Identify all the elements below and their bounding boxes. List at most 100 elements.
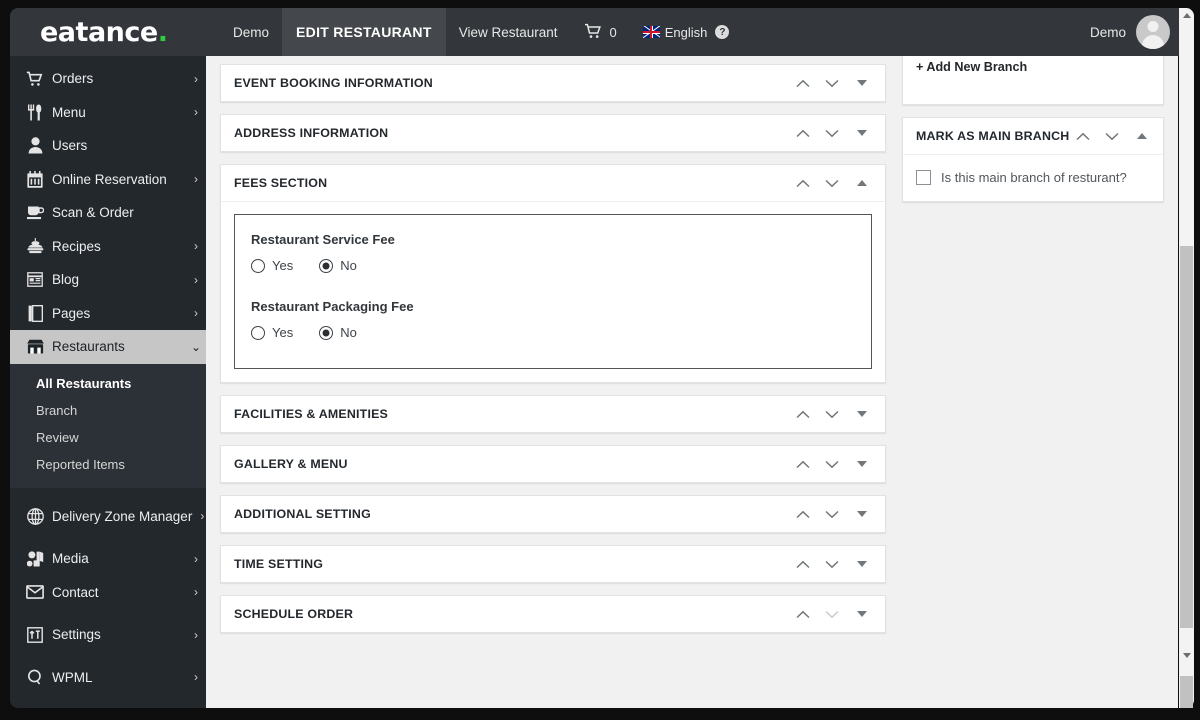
sidebar-item-delivery-zone-manager[interactable]: Delivery Zone Manager › <box>10 500 206 534</box>
sidebar-item-label: Media <box>52 551 89 567</box>
nav-tab-demo[interactable]: Demo <box>220 8 282 56</box>
account-menu[interactable]: Demo <box>1090 15 1190 49</box>
radio-label: Yes <box>272 258 294 273</box>
sidebar-item-wpml[interactable]: WPML › <box>10 661 206 695</box>
move-down-icon[interactable] <box>818 119 846 147</box>
nav-tab-edit-restaurant[interactable]: EDIT RESTAURANT <box>282 8 446 56</box>
sidebar-menu: Orders › Menu › Users Online Reservation › Scan… <box>10 62 206 364</box>
toggle-panel-icon[interactable] <box>847 550 877 578</box>
radio-packaging-fee-yes[interactable]: Yes <box>251 325 293 340</box>
uk-flag-icon <box>642 26 660 38</box>
fees-section-body: Restaurant Service Fee Yes No Restaurant Pa… <box>221 201 885 382</box>
sidebar-item-recipes[interactable]: Recipes › <box>10 230 206 264</box>
move-up-icon[interactable] <box>789 400 817 428</box>
radio-button[interactable] <box>319 325 334 340</box>
scrollbar-thumb-lower[interactable] <box>1180 676 1193 708</box>
media-icon <box>18 551 52 567</box>
toggle-panel-icon[interactable] <box>847 169 877 197</box>
move-down-icon[interactable] <box>818 400 846 428</box>
sidebar-item-media[interactable]: Media › <box>10 542 206 576</box>
move-up-icon[interactable] <box>789 550 817 578</box>
move-down-icon[interactable] <box>818 550 846 578</box>
move-down-icon[interactable] <box>818 69 846 97</box>
panel-header-gallery-menu[interactable]: GALLERY & MENU <box>221 446 885 482</box>
mark-as-main-branch-header[interactable]: MARK AS MAIN BRANCH <box>903 118 1163 154</box>
move-up-icon[interactable] <box>789 169 817 197</box>
cart-button[interactable]: 0 <box>571 8 630 56</box>
sidebar-item-blog[interactable]: Blog › <box>10 263 206 297</box>
toggle-panel-icon[interactable] <box>847 400 877 428</box>
toggle-panel-icon[interactable] <box>847 600 877 628</box>
panel-header-additional-setting[interactable]: ADDITIONAL SETTING <box>221 496 885 532</box>
language-switcher[interactable]: English ? <box>630 8 743 56</box>
sidebar-item-scan-order[interactable]: Scan & Order <box>10 196 206 230</box>
panel-header-fees-section[interactable]: FEES SECTION <box>221 165 885 201</box>
move-up-icon[interactable] <box>789 69 817 97</box>
toggle-panel-icon[interactable] <box>1127 122 1157 150</box>
radio-button[interactable] <box>251 325 265 340</box>
move-down-icon[interactable] <box>818 169 846 197</box>
sidebar-item-menu[interactable]: Menu › <box>10 96 206 130</box>
move-up-icon[interactable] <box>789 600 817 628</box>
radio-packaging-fee-no[interactable]: No <box>319 325 357 340</box>
sidebar-item-label: Blog <box>52 272 80 288</box>
sidebar-item-settings[interactable]: Settings › <box>10 618 206 652</box>
vertical-scrollbar[interactable] <box>1179 8 1194 708</box>
service-fee-radio-group: Yes No <box>251 258 855 273</box>
nav-tab-view-restaurant[interactable]: View Restaurant <box>446 8 571 56</box>
move-up-icon[interactable] <box>1069 122 1097 150</box>
radio-service-fee-no[interactable]: No <box>319 258 357 273</box>
move-up-icon[interactable] <box>789 450 817 478</box>
toggle-panel-icon[interactable] <box>847 69 877 97</box>
sidebar-item-online-reservation[interactable]: Online Reservation › <box>10 163 206 197</box>
scrollbar-thumb[interactable] <box>1180 246 1193 628</box>
logo-dot: . <box>157 16 168 48</box>
move-down-icon[interactable] <box>818 450 846 478</box>
avatar <box>1136 15 1170 49</box>
radio-service-fee-yes[interactable]: Yes <box>251 258 293 273</box>
move-down-icon[interactable] <box>1098 122 1126 150</box>
packaging-fee-label: Restaurant Packaging Fee <box>251 299 414 314</box>
eatance-logo[interactable]: eatance. <box>10 17 220 48</box>
panel-header-facilities-amenities[interactable]: FACILITIES & AMENITIES <box>221 396 885 432</box>
sidebar-item-users[interactable]: Users <box>10 129 206 163</box>
sidebar-item-label: Recipes <box>52 238 101 254</box>
toggle-panel-icon[interactable] <box>847 450 877 478</box>
main-branch-checkbox-row[interactable]: Is this main branch of resturant? <box>916 167 1150 188</box>
sidebar-item-orders[interactable]: Orders › <box>10 62 206 96</box>
submenu-item-all-restaurants[interactable]: All Restaurants <box>10 370 206 397</box>
sliders-icon <box>18 626 52 643</box>
sidebar-item-label: Contact <box>52 584 99 600</box>
move-up-icon[interactable] <box>789 500 817 528</box>
panel-controls <box>789 500 877 528</box>
scroll-up-icon[interactable] <box>1179 8 1194 23</box>
scroll-down-icon[interactable] <box>1179 648 1194 663</box>
panel-controls <box>789 169 877 197</box>
panel-header-address-information[interactable]: ADDRESS INFORMATION <box>221 115 885 151</box>
submenu-item-reported-items[interactable]: Reported Items <box>10 451 206 478</box>
main-branch-checkbox-label: Is this main branch of resturant? <box>941 170 1127 185</box>
panel-header-schedule-order[interactable]: SCHEDULE ORDER <box>221 596 885 632</box>
help-icon[interactable]: ? <box>715 25 730 39</box>
submenu-item-branch[interactable]: Branch <box>10 397 206 424</box>
move-up-icon[interactable] <box>789 119 817 147</box>
panel-header-time-setting[interactable]: TIME SETTING <box>221 546 885 582</box>
main-branch-checkbox[interactable] <box>916 170 931 185</box>
submenu-item-review[interactable]: Review <box>10 424 206 451</box>
move-down-icon[interactable] <box>818 500 846 528</box>
radio-button[interactable] <box>319 258 334 273</box>
panel-header-event-booking-information[interactable]: EVENT BOOKING INFORMATION <box>221 65 885 101</box>
wpml-icon <box>18 669 52 685</box>
admin-sidebar: Orders › Menu › Users Online Reservation › Scan… <box>10 56 206 708</box>
sidebar-item-label: Pages <box>52 305 91 321</box>
toggle-panel-icon[interactable] <box>847 119 877 147</box>
fees-inner-box: Restaurant Service Fee Yes No Restaurant Pa… <box>234 214 872 369</box>
sidebar-item-contact[interactable]: Contact › <box>10 576 206 610</box>
toggle-panel-icon[interactable] <box>847 500 877 528</box>
cart-icon <box>18 71 52 87</box>
radio-button[interactable] <box>251 258 265 273</box>
sidebar-item-pages[interactable]: Pages › <box>10 297 206 331</box>
service-fee-label: Restaurant Service Fee <box>251 232 395 247</box>
sidebar-item-restaurants[interactable]: Restaurants ⌄ <box>10 330 206 364</box>
mark-as-main-branch-panel: MARK AS MAIN BRANCH Is this main branch … <box>902 117 1164 202</box>
